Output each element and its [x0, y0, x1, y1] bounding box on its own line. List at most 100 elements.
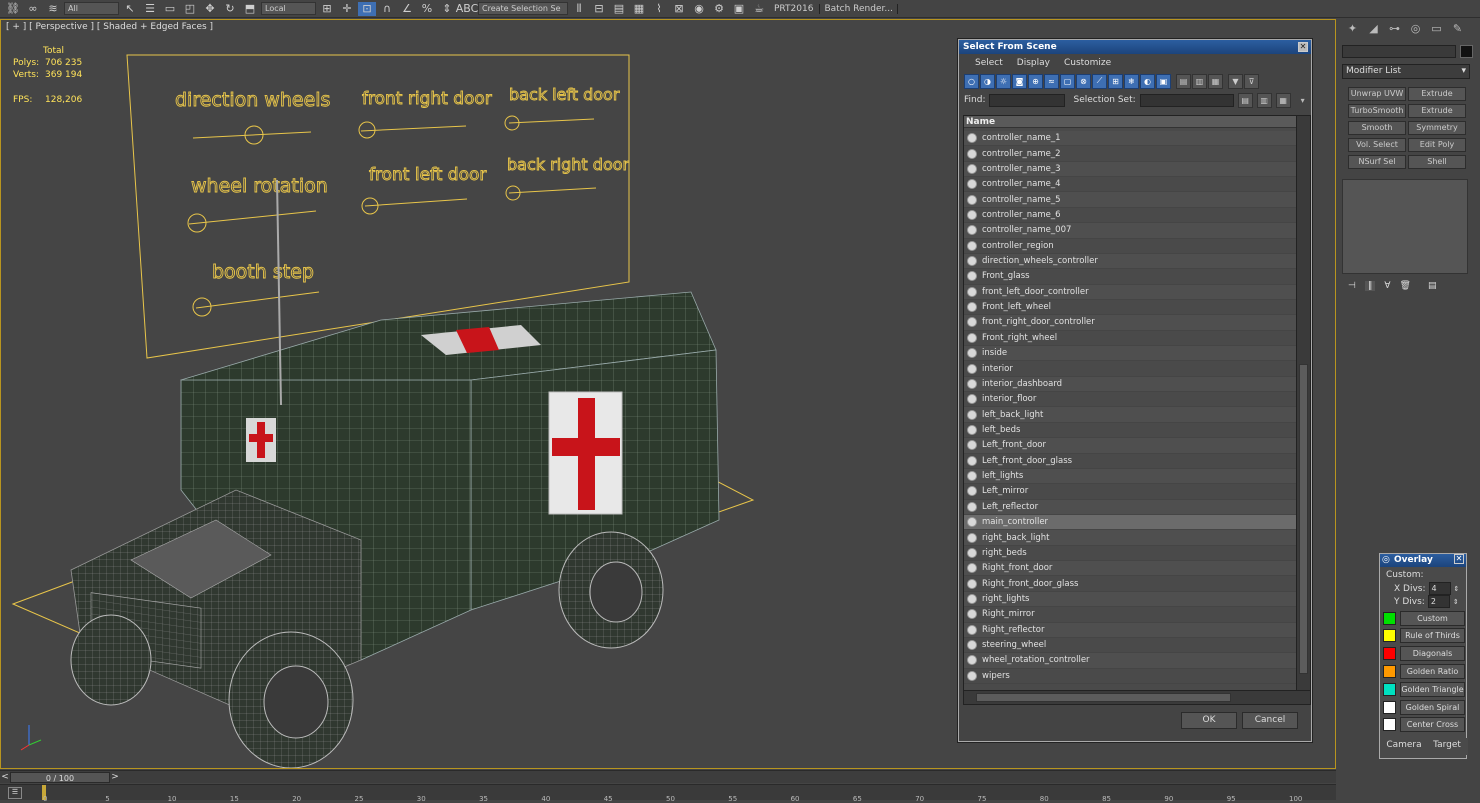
overlay-option-button[interactable]: Custom: [1400, 610, 1465, 626]
modify-tab-icon[interactable]: ◢: [1365, 22, 1382, 38]
selection-set-dropdown[interactable]: [1139, 93, 1234, 107]
display-invert-icon[interactable]: ▥: [1192, 73, 1207, 89]
modifier-button[interactable]: Shell: [1408, 155, 1466, 169]
overlay-option-button[interactable]: Golden Triangle: [1400, 681, 1465, 697]
display-frozen-icon[interactable]: ❄: [1124, 73, 1139, 89]
overlay-color-swatch[interactable]: [1383, 718, 1396, 732]
next-frame-icon[interactable]: >: [110, 772, 120, 782]
display-bones-icon[interactable]: ⟋: [1092, 73, 1107, 89]
menu-customize[interactable]: Customize: [1064, 58, 1111, 68]
modifier-list-dropdown[interactable]: Modifier List ▾: [1342, 64, 1470, 79]
display-cameras-icon[interactable]: ◙: [1012, 73, 1027, 89]
plugin-label[interactable]: PRT2016: [770, 4, 817, 14]
modifier-button[interactable]: Symmetry: [1408, 121, 1466, 135]
layer-manager-icon[interactable]: ▤: [610, 2, 628, 16]
time-slider[interactable]: < 0 / 100 >: [0, 771, 120, 783]
list-item[interactable]: Left_reflector: [964, 499, 1296, 515]
ok-button[interactable]: OK: [1181, 712, 1237, 729]
selection-filter-dropdown[interactable]: All: [64, 2, 119, 15]
configure-sets-icon[interactable]: ▤: [1428, 281, 1437, 291]
display-spacewarps-icon[interactable]: ≈: [1044, 73, 1059, 89]
unlink-icon[interactable]: ∞: [24, 2, 42, 16]
prev-frame-icon[interactable]: <: [0, 772, 10, 782]
modifier-button[interactable]: Extrude: [1408, 87, 1466, 101]
object-name-field[interactable]: [1342, 45, 1456, 58]
track-bar[interactable]: ☰ 0 5 10 15 20 25 30 35 40 45 50 55 60 65 70 75 80 85 90 95…: [0, 784, 1336, 803]
list-item[interactable]: Right_front_door_glass: [964, 576, 1296, 592]
batch-render-button[interactable]: Batch Render...: [819, 3, 898, 14]
list-item[interactable]: controller_region: [964, 239, 1296, 254]
name-column-header[interactable]: Name: [964, 116, 1310, 128]
window-crossing-icon[interactable]: ◰: [181, 2, 199, 16]
modifier-stack[interactable]: [1342, 179, 1468, 274]
list-item[interactable]: front_right_door_controller: [964, 315, 1296, 331]
list-item[interactable]: interior: [964, 361, 1296, 377]
rendered-frame-icon[interactable]: ▣: [730, 2, 748, 16]
list-item[interactable]: controller_name_6: [964, 208, 1296, 224]
display-helpers-icon[interactable]: ⊕: [1028, 73, 1043, 89]
list-item[interactable]: Front_glass: [964, 269, 1296, 285]
spinner-snap-icon[interactable]: ⇕: [438, 2, 456, 16]
display-all-icon[interactable]: ▣: [1156, 73, 1171, 89]
list-item[interactable]: controller_name_007: [964, 223, 1296, 239]
material-editor-icon[interactable]: ◉: [690, 2, 708, 16]
list-item[interactable]: main_controller: [964, 514, 1296, 531]
select-manipulate-icon[interactable]: ✛: [338, 2, 356, 16]
filter-options-icon[interactable]: ⊽: [1244, 73, 1259, 89]
select-by-name-icon[interactable]: ☰: [141, 2, 159, 16]
menu-display[interactable]: Display: [1017, 58, 1050, 68]
vertical-scroll-thumb[interactable]: [1299, 364, 1308, 674]
rotate-icon[interactable]: ↻: [221, 2, 239, 16]
show-end-result-icon[interactable]: ‖: [1364, 281, 1376, 291]
remove-modifier-icon[interactable]: 🗑: [1400, 281, 1411, 291]
sync-selection-icon[interactable]: ▦: [1208, 73, 1223, 89]
keyboard-shortcut-icon[interactable]: ⊡: [358, 1, 376, 16]
list-item[interactable]: Left_front_door: [964, 438, 1296, 454]
ydivs-spinner[interactable]: ⇕: [1453, 598, 1459, 606]
overlay-option-button[interactable]: Center Cross: [1400, 717, 1465, 733]
overlay-option-button[interactable]: Rule of Thirds: [1400, 628, 1465, 644]
overlay-option-button[interactable]: Golden Spiral: [1400, 699, 1465, 715]
menu-select[interactable]: Select: [975, 58, 1003, 68]
ydivs-input[interactable]: 2: [1427, 595, 1450, 608]
dialog-title-bar[interactable]: Select From Scene ✕: [959, 40, 1311, 54]
filter-icon[interactable]: ▼: [1228, 73, 1243, 89]
modifier-button[interactable]: Unwrap UVW: [1348, 87, 1406, 101]
object-color-swatch[interactable]: [1460, 45, 1473, 58]
time-slider-frame[interactable]: 0 / 100: [10, 771, 110, 783]
overlay-color-swatch[interactable]: [1383, 682, 1396, 696]
list-item[interactable]: controller_name_1: [964, 131, 1296, 147]
modifier-button[interactable]: Extrude: [1408, 104, 1466, 118]
modifier-button[interactable]: Edit Poly: [1408, 138, 1466, 152]
mirror-icon[interactable]: ⫴: [570, 2, 588, 16]
vertical-scrollbar[interactable]: [1296, 116, 1310, 690]
display-none-icon[interactable]: ▤: [1176, 73, 1191, 89]
schematic-view-icon[interactable]: ⊠: [670, 2, 688, 16]
scale-icon[interactable]: ⬒: [241, 2, 259, 16]
overlay-color-swatch[interactable]: [1383, 611, 1396, 625]
pin-stack-icon[interactable]: ⊣: [1348, 281, 1356, 291]
list-item[interactable]: interior_dashboard: [964, 376, 1296, 393]
list-item[interactable]: right_lights: [964, 591, 1296, 608]
ref-coord-dropdown[interactable]: Local: [261, 2, 316, 15]
list-item[interactable]: left_lights: [964, 468, 1296, 485]
horizontal-scroll-thumb[interactable]: [976, 693, 1231, 702]
list-item[interactable]: Right_front_door: [964, 561, 1296, 577]
modifier-button[interactable]: TurboSmooth: [1348, 104, 1406, 118]
list-item[interactable]: controller_name_3: [964, 161, 1296, 178]
display-groups-icon[interactable]: ▢: [1060, 73, 1075, 89]
angle-snap-icon[interactable]: ∠: [398, 2, 416, 16]
display-containers-icon[interactable]: ⊞: [1108, 73, 1123, 89]
close-icon[interactable]: ✕: [1454, 554, 1464, 564]
list-item[interactable]: wheel_rotation_controller: [964, 653, 1296, 669]
overlay-option-button[interactable]: Golden Ratio: [1400, 663, 1465, 679]
display-lights-icon[interactable]: ☼: [996, 73, 1011, 89]
scene-object-list[interactable]: Name controller_name_1 controller_name_2 c…: [963, 115, 1311, 705]
list-item[interactable]: controller_name_2: [964, 146, 1296, 162]
overlay-color-swatch[interactable]: [1383, 647, 1396, 661]
modifier-button[interactable]: NSurf Sel: [1348, 155, 1406, 169]
selection-set-tool-1-icon[interactable]: ▤: [1237, 92, 1253, 108]
list-item[interactable]: steering_wheel: [964, 638, 1296, 654]
list-item[interactable]: right_back_light: [964, 530, 1296, 546]
close-icon[interactable]: ✕: [1298, 42, 1308, 52]
